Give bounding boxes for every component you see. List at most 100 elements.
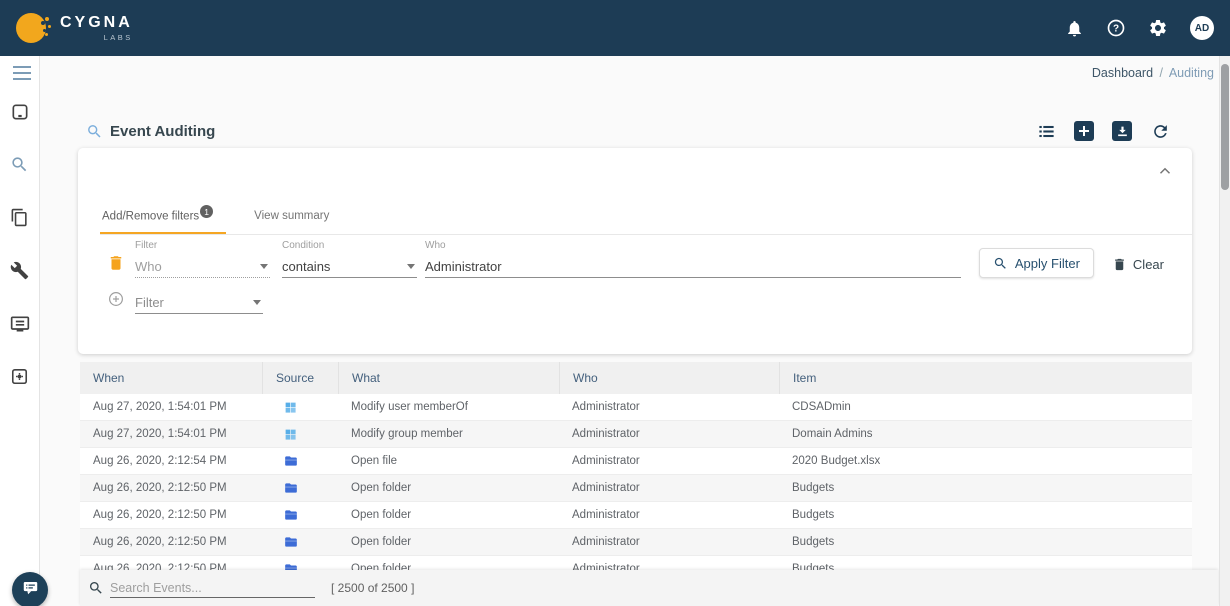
plus-circle-icon[interactable] xyxy=(107,290,125,308)
folder-icon xyxy=(262,454,338,468)
filter-count-badge: 1 xyxy=(200,205,213,218)
search-icon xyxy=(993,256,1008,271)
events-table: When Source What Who Item Aug 27, 2020, … xyxy=(80,362,1192,570)
add-filter-select[interactable]: Filter xyxy=(135,292,263,314)
bell-icon[interactable] xyxy=(1064,18,1084,38)
trash-icon xyxy=(1112,257,1127,272)
field-label: Who xyxy=(425,240,961,251)
scrollbar-thumb[interactable] xyxy=(1221,64,1229,190)
top-navbar: CYGNA LABS ? AD xyxy=(0,0,1230,56)
table-row[interactable]: Aug 26, 2020, 2:12:50 PM Open folder Adm… xyxy=(80,529,1192,556)
column-header-item[interactable]: Item xyxy=(779,362,1192,394)
cell-what: Open folder xyxy=(338,536,559,548)
cell-item: Budgets xyxy=(779,536,1192,548)
cell-item: Budgets xyxy=(779,509,1192,521)
list-view-icon[interactable] xyxy=(1036,121,1056,141)
cell-who: Administrator xyxy=(559,536,779,548)
cell-item: Budgets xyxy=(779,563,1192,570)
filter-panel: Add/Remove filters1 View summary Filter … xyxy=(78,148,1192,354)
device-icon[interactable] xyxy=(10,102,30,122)
feedback-chat-button[interactable] xyxy=(12,572,48,606)
search-icon xyxy=(88,580,104,596)
trash-icon[interactable] xyxy=(107,254,125,272)
left-sidebar xyxy=(0,56,40,606)
table-row[interactable]: Aug 26, 2020, 2:12:50 PM Open folder Adm… xyxy=(80,502,1192,529)
table-body: Aug 27, 2020, 1:54:01 PM Modify user mem… xyxy=(80,394,1192,570)
cygna-labs-logo[interactable]: CYGNA LABS xyxy=(16,11,133,45)
add-icon[interactable] xyxy=(1074,121,1094,141)
refresh-icon[interactable] xyxy=(1150,121,1170,141)
cell-what: Open folder xyxy=(338,509,559,521)
result-count: [ 2500 of 2500 ] xyxy=(331,581,414,595)
cell-when: Aug 27, 2020, 1:54:01 PM xyxy=(80,428,262,440)
windows-logo-icon xyxy=(262,401,338,414)
cell-when: Aug 27, 2020, 1:54:01 PM xyxy=(80,401,262,413)
brand-name: CYGNA xyxy=(60,15,133,31)
chevron-down-icon xyxy=(260,264,268,269)
page-title: Event Auditing xyxy=(110,123,215,140)
menu-toggle-icon[interactable] xyxy=(13,66,31,80)
dvr-icon[interactable] xyxy=(10,314,30,334)
column-header-who[interactable]: Who xyxy=(559,362,779,394)
export-icon[interactable] xyxy=(1112,121,1132,141)
cell-when: Aug 26, 2020, 2:12:50 PM xyxy=(80,563,262,570)
add-filter-row: Filter xyxy=(100,290,263,314)
cell-when: Aug 26, 2020, 2:12:50 PM xyxy=(80,482,262,494)
settings-box-icon[interactable] xyxy=(10,367,30,387)
apply-filter-label: Apply Filter xyxy=(1015,256,1080,271)
who-value-field[interactable]: Who Administrator xyxy=(425,240,961,278)
field-label: Filter xyxy=(135,240,270,251)
cell-when: Aug 26, 2020, 2:12:50 PM xyxy=(80,509,262,521)
table-row[interactable]: Aug 27, 2020, 1:54:01 PM Modify group me… xyxy=(80,421,1192,448)
help-icon[interactable]: ? xyxy=(1106,18,1126,38)
brand-sub: LABS xyxy=(104,34,133,42)
filter-tabs: Add/Remove filters1 View summary xyxy=(100,202,1192,235)
column-header-source[interactable]: Source xyxy=(262,362,338,394)
filter-field-value: Who xyxy=(135,259,162,274)
cell-what: Open folder xyxy=(338,563,559,570)
table-row[interactable]: Aug 26, 2020, 2:12:50 PM Open folder Adm… xyxy=(80,475,1192,502)
filter-field-select[interactable]: Filter Who xyxy=(135,240,270,278)
table-row[interactable]: Aug 26, 2020, 2:12:54 PM Open file Admin… xyxy=(80,448,1192,475)
tab-label: View summary xyxy=(254,210,329,222)
apply-filter-button[interactable]: Apply Filter xyxy=(979,248,1094,278)
page-toolbar xyxy=(1036,121,1170,141)
table-row[interactable]: Aug 26, 2020, 2:12:50 PM Open folder Adm… xyxy=(80,556,1192,570)
vertical-scrollbar[interactable] xyxy=(1219,56,1230,606)
gear-icon[interactable] xyxy=(1148,18,1168,38)
cell-who: Administrator xyxy=(559,455,779,467)
tab-view-summary[interactable]: View summary xyxy=(252,202,343,234)
table-header: When Source What Who Item xyxy=(80,362,1192,394)
cell-who: Administrator xyxy=(559,401,779,413)
chevron-up-icon[interactable] xyxy=(1156,162,1174,180)
clear-filter-button[interactable]: Clear xyxy=(1112,257,1164,272)
folder-icon xyxy=(262,535,338,549)
search-icon xyxy=(86,123,103,140)
cell-when: Aug 26, 2020, 2:12:54 PM xyxy=(80,455,262,467)
column-header-what[interactable]: What xyxy=(338,362,559,394)
breadcrumb-auditing[interactable]: Auditing xyxy=(1169,66,1214,80)
folder-icon xyxy=(262,481,338,495)
wrench-icon[interactable] xyxy=(10,261,30,281)
cell-what: Open folder xyxy=(338,482,559,494)
folder-icon xyxy=(262,562,338,570)
field-label: Condition xyxy=(282,240,417,251)
search-icon[interactable] xyxy=(10,155,30,175)
cell-who: Administrator xyxy=(559,428,779,440)
cell-item: Budgets xyxy=(779,482,1192,494)
tab-add-remove-filters[interactable]: Add/Remove filters1 xyxy=(100,202,226,234)
condition-select[interactable]: Condition contains xyxy=(282,240,417,278)
chevron-down-icon xyxy=(253,300,261,305)
clear-label: Clear xyxy=(1133,257,1164,272)
user-avatar[interactable]: AD xyxy=(1190,16,1214,40)
copy-icon[interactable] xyxy=(10,208,30,228)
search-events-input[interactable] xyxy=(110,578,315,598)
cell-what: Modify user memberOf xyxy=(338,401,559,413)
cell-what: Open file xyxy=(338,455,559,467)
column-header-when[interactable]: When xyxy=(80,362,262,394)
svg-text:?: ? xyxy=(1113,24,1119,35)
breadcrumb-dashboard[interactable]: Dashboard xyxy=(1092,66,1153,80)
table-row[interactable]: Aug 27, 2020, 1:54:01 PM Modify user mem… xyxy=(80,394,1192,421)
folder-icon xyxy=(262,508,338,522)
breadcrumb: Dashboard / Auditing xyxy=(1092,66,1214,80)
